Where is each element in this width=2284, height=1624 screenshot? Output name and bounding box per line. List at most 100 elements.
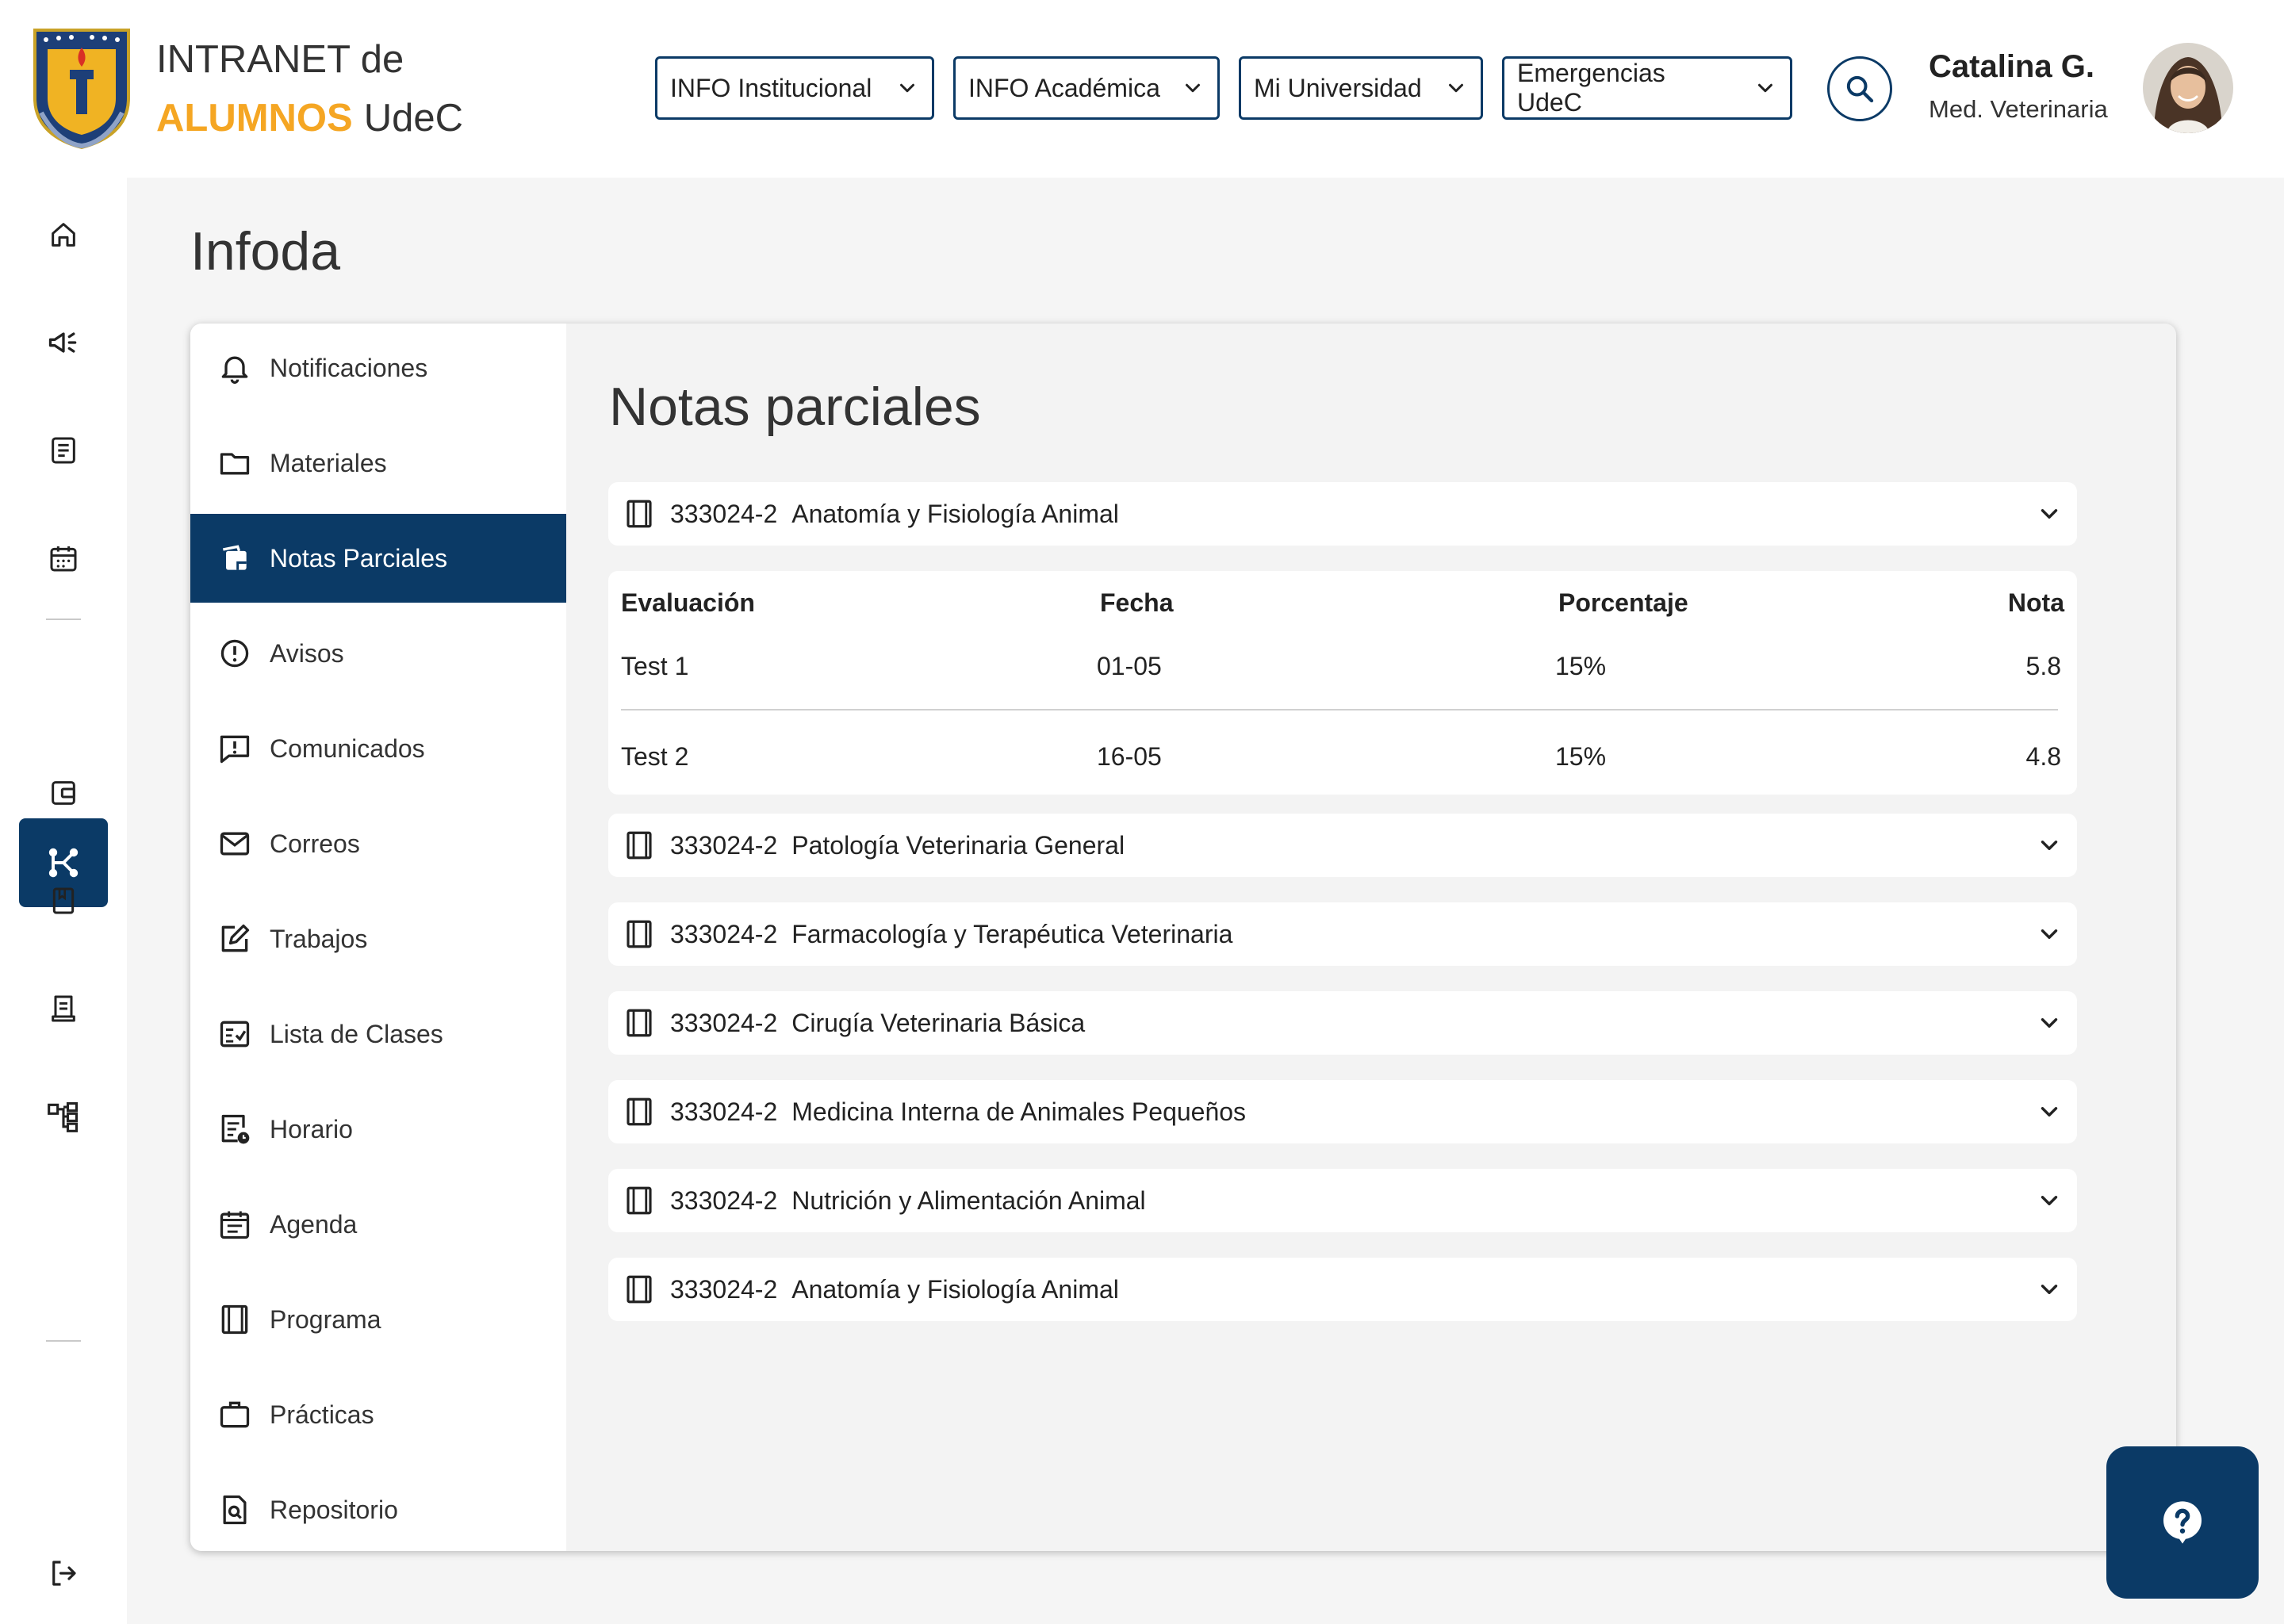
infoda-menu: Notificaciones Materiales Notas Parciale… xyxy=(190,324,566,1551)
course-accordion-patologia[interactable]: 333024-2 Patología Veterinaria General xyxy=(608,814,2077,877)
chevron-down-icon xyxy=(2041,841,2058,850)
course-name: Cirugía Veterinaria Básica xyxy=(791,1008,1086,1037)
menu-item-label: Repositorio xyxy=(270,1495,398,1524)
hierarchy-icon xyxy=(48,1101,79,1132)
menu-item-label: Trabajos xyxy=(270,924,368,953)
udec-logo[interactable] xyxy=(30,25,133,151)
course-name: Farmacología y Terapéutica Veterinaria xyxy=(791,919,1233,948)
rail-receipt[interactable] xyxy=(40,985,87,1032)
menu-item-label: Comunicados xyxy=(270,733,425,763)
rail-logout[interactable] xyxy=(40,1549,87,1597)
wallet-icon xyxy=(52,781,75,805)
chevron-down-icon xyxy=(2041,509,2058,519)
menu-item-materiales[interactable]: Materiales xyxy=(190,419,566,508)
chevron-down-icon xyxy=(2041,1107,2058,1116)
menu-item-repositorio[interactable]: Repositorio xyxy=(190,1465,566,1551)
menu-item-lista-de-clases[interactable]: Lista de Clases xyxy=(190,990,566,1078)
menu-item-notas-parciales[interactable]: Notas Parciales xyxy=(190,514,566,603)
course-code: 333024-2 xyxy=(670,1274,778,1304)
menu-item-label: Lista de Clases xyxy=(270,1019,443,1048)
grade-row-2-nota: 4.8 xyxy=(2025,742,2061,771)
help-bubble-icon xyxy=(2163,1501,2202,1544)
course-accordion-medicina-interna[interactable]: 333024-2 Medicina Interna de Animales Pe… xyxy=(608,1080,2077,1143)
menu-item-label: Materiales xyxy=(270,448,387,477)
menu-item-label: Programa xyxy=(270,1304,381,1334)
rail-divider xyxy=(46,1340,81,1342)
book-icon xyxy=(627,1186,652,1215)
grade-row-1-evaluacion: Test 1 xyxy=(621,652,689,680)
course-code: 333024-2 xyxy=(670,1008,778,1037)
course-accordion-nutricion[interactable]: 333024-2 Nutrición y Alimentación Animal xyxy=(608,1169,2077,1232)
rail-calendar[interactable] xyxy=(40,534,87,582)
nav-dropdown-info-academica[interactable]: INFO Académica xyxy=(953,56,1220,120)
chevron-down-icon xyxy=(2041,1196,2058,1205)
briefcase-icon xyxy=(220,1401,250,1428)
rail-announcements[interactable] xyxy=(40,319,87,366)
menu-item-notificaciones[interactable]: Notificaciones xyxy=(190,324,566,412)
checklist-icon xyxy=(220,1021,250,1048)
grade-row-1-nota: 5.8 xyxy=(2025,652,2061,680)
grades-table: Evaluación Fecha Porcentaje Nota Test 1 … xyxy=(608,571,2077,795)
chevron-down-icon xyxy=(1449,83,1463,93)
menu-item-practicas[interactable]: Prácticas xyxy=(190,1370,566,1459)
chevron-down-icon xyxy=(2041,1018,2058,1028)
rail-documents[interactable] xyxy=(40,427,87,474)
nav-dropdown-emergencias[interactable]: Emergencias UdeC xyxy=(1502,56,1792,120)
chevron-down-icon xyxy=(900,83,914,93)
nav-dropdown-info-institucional[interactable]: INFO Institucional xyxy=(655,56,934,120)
brand-udec: UdeC xyxy=(363,97,463,140)
course-code: 333024-2 xyxy=(670,1185,778,1215)
book-icon xyxy=(627,831,652,860)
course-code: 333024-2 xyxy=(670,830,778,860)
course-accordion-farmacologia[interactable]: 333024-2 Farmacología y Terapéutica Vete… xyxy=(608,902,2077,966)
top-header: INTRANET de ALUMNOS UdeC INFO Institucion… xyxy=(0,0,2284,178)
nav-dropdown-label: Mi Universidad xyxy=(1254,73,1422,102)
rail-wallet[interactable] xyxy=(40,769,87,817)
bell-icon xyxy=(221,356,248,384)
grade-row-2-porcentaje: 15% xyxy=(1555,742,1607,771)
rail-bookmark[interactable] xyxy=(40,877,87,925)
grades-row-divider xyxy=(621,709,2058,710)
search-icon xyxy=(1846,75,1874,103)
menu-item-label: Correos xyxy=(270,829,360,858)
user-role: Med. Veterinaria xyxy=(1929,95,2108,123)
user-name[interactable]: Catalina G. xyxy=(1929,49,2094,85)
rail-home[interactable] xyxy=(40,211,87,259)
book-icon xyxy=(627,920,652,948)
menu-item-trabajos[interactable]: Trabajos xyxy=(190,894,566,983)
grade-row-2-fecha: 16-05 xyxy=(1097,742,1162,771)
help-button[interactable] xyxy=(2106,1446,2259,1599)
file-search-icon xyxy=(223,1495,247,1525)
course-name: Patología Veterinaria General xyxy=(791,830,1125,860)
course-accordion-anatomia[interactable]: 333024-2 Anatomía y Fisiología Animal xyxy=(608,482,2077,546)
chevron-down-icon xyxy=(1186,83,1200,93)
content-title: Notas parciales xyxy=(609,377,981,437)
menu-item-agenda[interactable]: Agenda xyxy=(190,1180,566,1269)
menu-item-label: Avisos xyxy=(270,638,344,668)
infoda-panel: Notificaciones Materiales Notas Parciale… xyxy=(190,324,2176,1551)
brand-title[interactable]: INTRANET de ALUMNOS UdeC xyxy=(156,36,463,154)
menu-item-comunicados[interactable]: Comunicados xyxy=(190,704,566,793)
home-icon xyxy=(52,223,75,247)
brand-line2: ALUMNOS UdeC xyxy=(156,82,463,154)
rail-divider xyxy=(46,619,81,620)
grades-header-porcentaje: Porcentaje xyxy=(1558,588,1688,617)
menu-item-horario[interactable]: Horario xyxy=(190,1085,566,1174)
grade-row-1-porcentaje: 15% xyxy=(1555,652,1607,680)
avatar[interactable] xyxy=(2143,43,2233,133)
nav-dropdown-label: INFO Académica xyxy=(968,73,1160,102)
grades-header-evaluacion: Evaluación xyxy=(621,588,755,617)
bookmark-book-icon xyxy=(52,887,75,914)
nav-dropdown-mi-universidad[interactable]: Mi Universidad xyxy=(1239,56,1483,120)
grade-row-1-fecha: 01-05 xyxy=(1097,652,1162,680)
menu-item-programa[interactable]: Programa xyxy=(190,1275,566,1364)
megaphone-icon xyxy=(48,332,77,353)
menu-item-correos[interactable]: Correos xyxy=(190,799,566,888)
page-title: Infoda xyxy=(190,221,341,282)
search-button[interactable] xyxy=(1827,56,1892,121)
menu-item-avisos[interactable]: Avisos xyxy=(190,609,566,698)
course-accordion-anatomia-2[interactable]: 333024-2 Anatomía y Fisiología Animal xyxy=(608,1258,2077,1321)
course-accordion-cirugia[interactable]: 333024-2 Cirugía Veterinaria Básica xyxy=(608,991,2077,1055)
course-name: Anatomía y Fisiología Animal xyxy=(791,499,1119,528)
rail-hierarchy[interactable] xyxy=(40,1093,87,1140)
